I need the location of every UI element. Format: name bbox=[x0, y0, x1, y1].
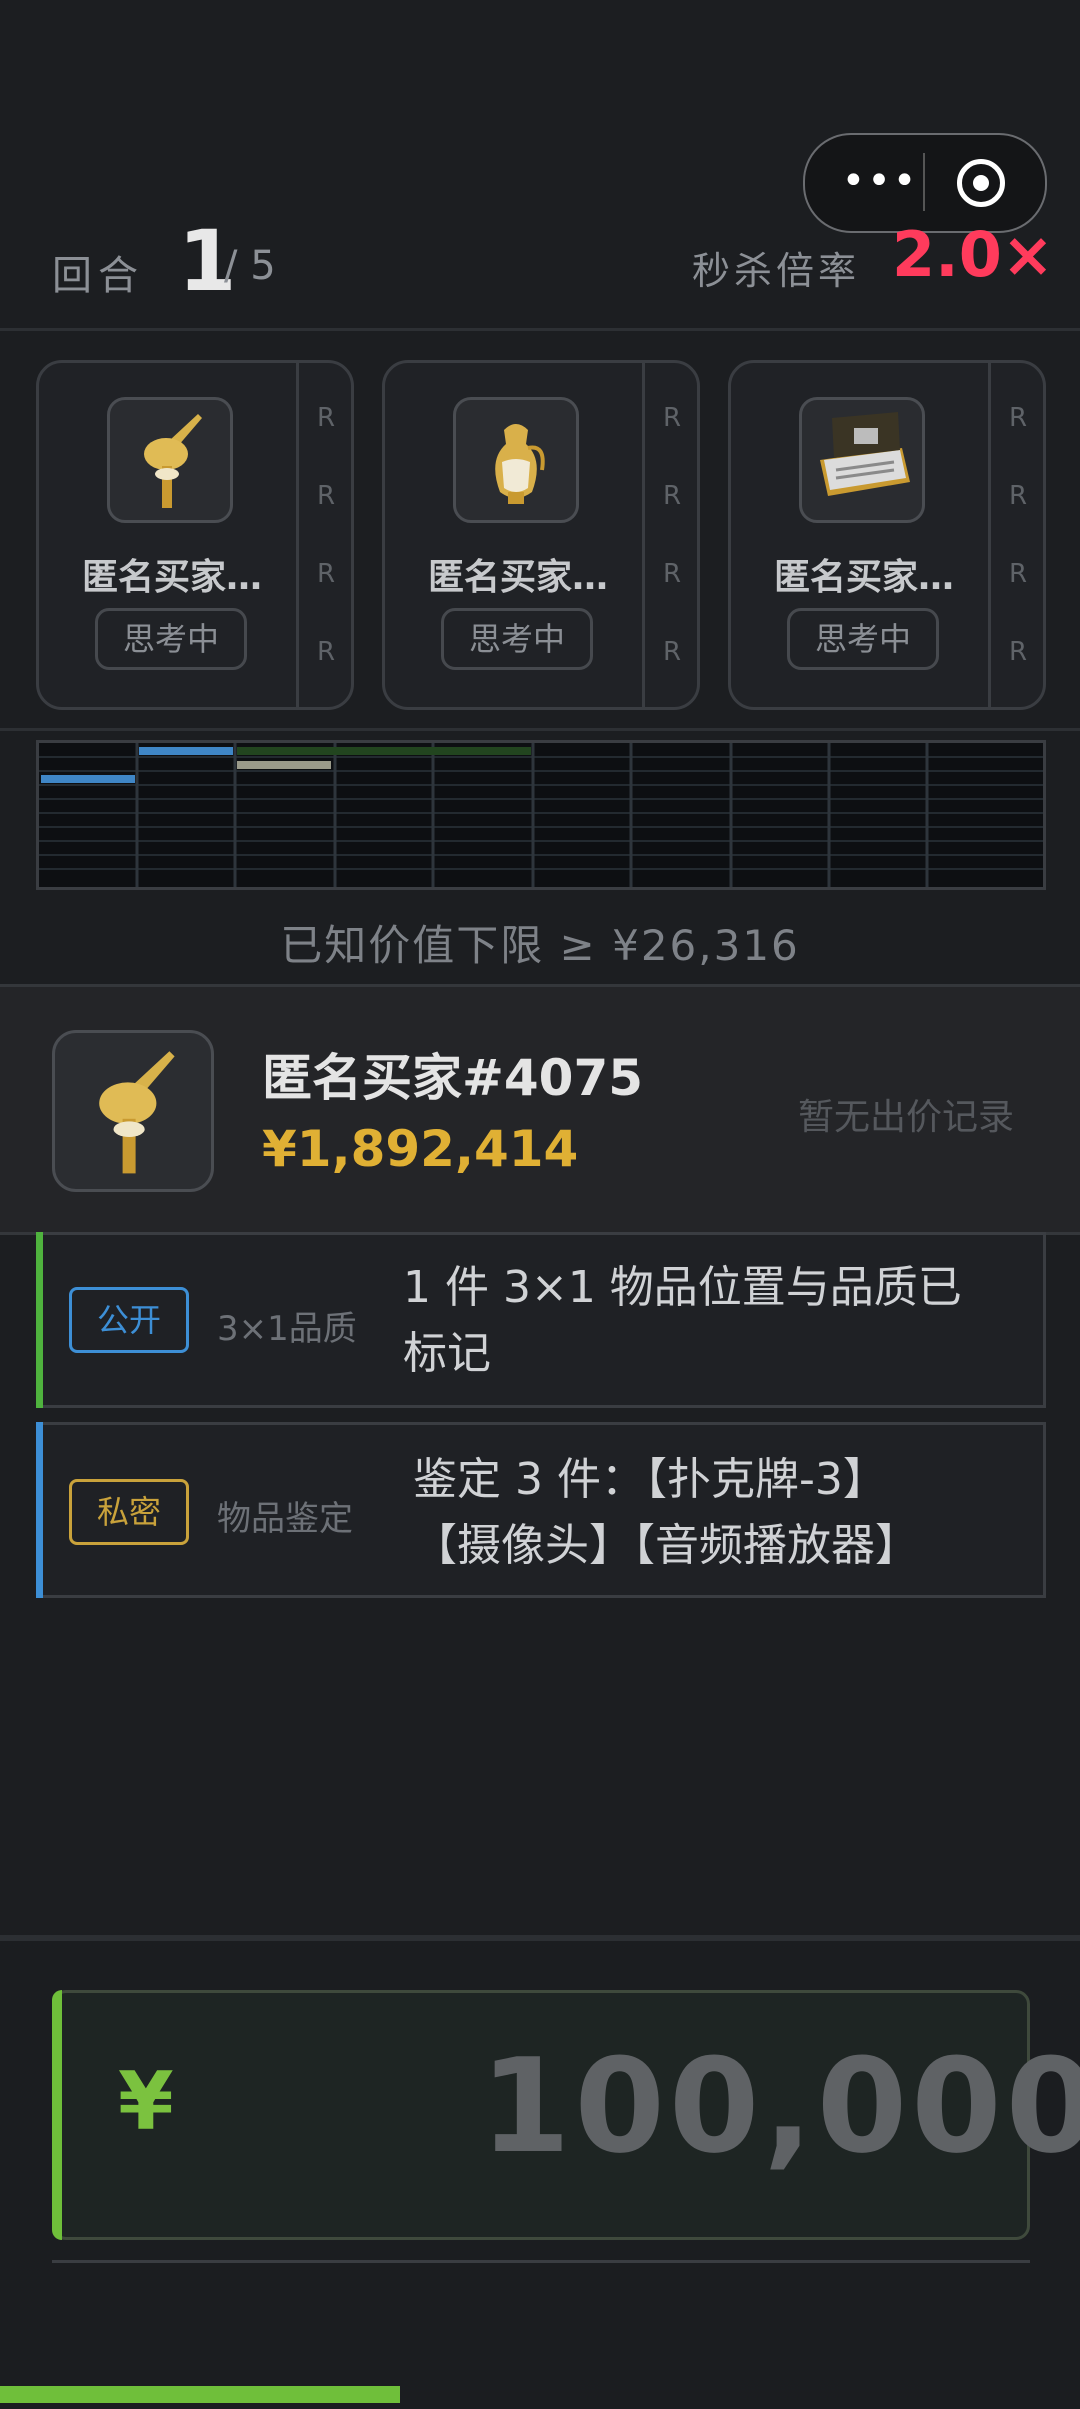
golden-key-icon bbox=[52, 1030, 214, 1192]
buyer-status: 思考中 bbox=[787, 608, 939, 670]
rank-label: R bbox=[1009, 637, 1028, 667]
buyer-card[interactable]: 匿名买家… 思考中 R R R R bbox=[382, 360, 700, 710]
rank-label: R bbox=[663, 637, 682, 667]
rank-column: R R R R bbox=[642, 363, 697, 707]
info-type: 3×1品质 bbox=[217, 1309, 357, 1349]
rank-label: R bbox=[1009, 481, 1028, 511]
divider bbox=[0, 328, 1080, 331]
info-row-private: 私密 物品鉴定 鉴定 3 件：【扑克牌-3】 【摄像头】【音频播放器】 bbox=[36, 1422, 1046, 1598]
buyer-status: 思考中 bbox=[95, 608, 247, 670]
rank-label: R bbox=[317, 559, 336, 589]
info-text-line1: 1 件 3×1 物品位置与品质已 bbox=[403, 1262, 962, 1313]
rank-label: R bbox=[1009, 559, 1028, 589]
progress-bar bbox=[0, 2386, 400, 2403]
marked-item bbox=[139, 747, 233, 755]
round-label: 回合 bbox=[52, 253, 144, 299]
info-type: 物品鉴定 bbox=[217, 1499, 353, 1539]
value-lower-bound: 已知价值下限 ≥ ¥26,316 bbox=[280, 921, 800, 970]
info-text-line2: 标记 bbox=[403, 1328, 491, 1379]
rank-label: R bbox=[663, 481, 682, 511]
currency-symbol: ¥ bbox=[118, 2055, 174, 2148]
buyer-card[interactable]: 匿名买家… 思考中 R R R R bbox=[728, 360, 1046, 710]
more-menu-icon[interactable]: ••• bbox=[835, 159, 925, 203]
multiplier-value: 2.0× bbox=[892, 218, 1054, 291]
multiplier-label: 秒杀倍率 bbox=[692, 249, 861, 293]
bidder-name: 匿名买家#4075 bbox=[262, 1049, 644, 1107]
marked-item bbox=[41, 775, 135, 783]
storage-grid[interactable] bbox=[36, 740, 1046, 890]
buyer-name: 匿名买家… bbox=[427, 557, 608, 598]
no-bid-records: 暂无出价记录 bbox=[798, 1097, 1015, 1138]
capsule-divider bbox=[923, 153, 925, 211]
buyer-status: 思考中 bbox=[441, 608, 593, 670]
round-total: / 5 bbox=[224, 243, 276, 289]
divider bbox=[0, 728, 1080, 731]
rank-label: R bbox=[663, 403, 682, 433]
info-text-line1: 鉴定 3 件：【扑克牌-3】 bbox=[413, 1454, 887, 1505]
rank-label: R bbox=[663, 559, 682, 589]
info-text-line2: 【摄像头】【音频播放器】 bbox=[413, 1520, 919, 1571]
buyer-name: 匿名买家… bbox=[773, 557, 954, 598]
card-box-icon bbox=[799, 397, 925, 523]
rank-column: R R R R bbox=[988, 363, 1043, 707]
buyer-card[interactable]: 匿名买家… 思考中 R R R R bbox=[36, 360, 354, 710]
info-row-public: 公开 3×1品质 1 件 3×1 物品位置与品质已 标记 bbox=[36, 1232, 1046, 1408]
rank-label: R bbox=[317, 481, 336, 511]
golden-jug-icon bbox=[453, 397, 579, 523]
storage-grid-canvas bbox=[39, 743, 1043, 887]
public-tag: 公开 bbox=[69, 1287, 189, 1353]
info-accent-bar bbox=[36, 1232, 43, 1408]
bid-amount: ¥1,892,414 bbox=[262, 1120, 579, 1178]
rank-label: R bbox=[317, 637, 336, 667]
info-accent-bar bbox=[36, 1422, 43, 1598]
marked-item bbox=[237, 761, 331, 769]
marked-item bbox=[237, 747, 531, 755]
divider bbox=[52, 2260, 1030, 2263]
golden-key-icon bbox=[107, 397, 233, 523]
bid-input-value[interactable]: 100,000 bbox=[480, 2030, 1080, 2182]
rank-column: R R R R bbox=[296, 363, 351, 707]
close-target-icon[interactable] bbox=[957, 159, 1005, 207]
private-tag: 私密 bbox=[69, 1479, 189, 1545]
buyer-name: 匿名买家… bbox=[81, 557, 262, 598]
rank-label: R bbox=[317, 403, 336, 433]
rank-label: R bbox=[1009, 403, 1028, 433]
bid-input-accent bbox=[52, 1990, 62, 2240]
